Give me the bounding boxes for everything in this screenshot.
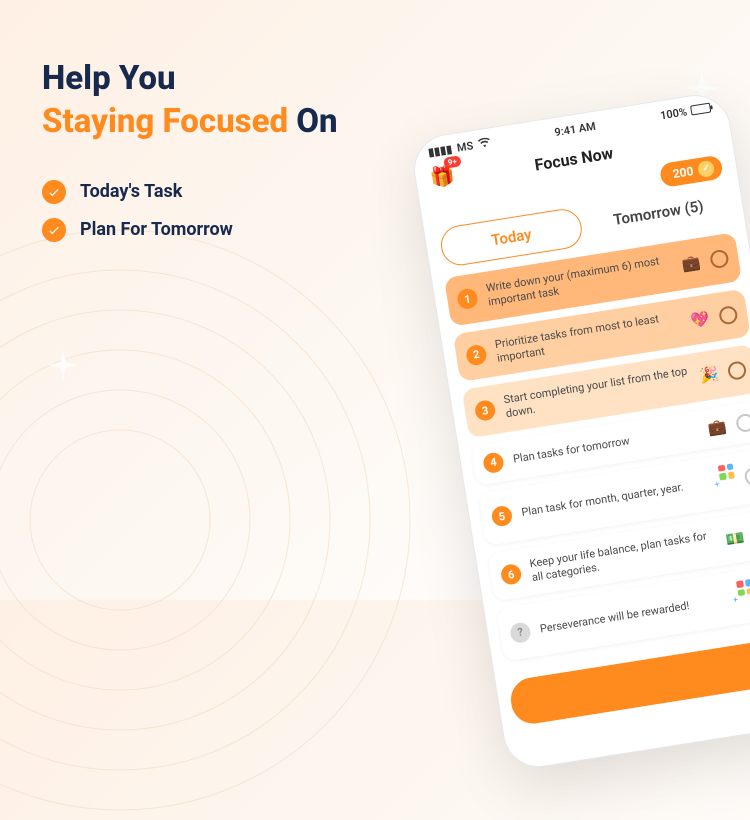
gift-button[interactable]: 🎁 9+ bbox=[428, 162, 456, 190]
task-text: Write down your (maximum 6) most importa… bbox=[485, 253, 674, 311]
task-number: 1 bbox=[456, 288, 479, 311]
check-icon bbox=[42, 218, 66, 242]
bullet-item: Today's Task bbox=[42, 180, 422, 204]
coin-icon: ✓ bbox=[697, 160, 715, 178]
bullet-item: Plan For Tomorrow bbox=[42, 218, 422, 242]
bullet-label: Today's Task bbox=[80, 181, 182, 202]
headline-accent: Staying Focused bbox=[42, 102, 288, 141]
task-text: Perseverance will be rewarded! bbox=[539, 592, 730, 636]
task-checkbox[interactable] bbox=[735, 412, 750, 433]
task-checkbox[interactable] bbox=[709, 249, 730, 270]
task-checkbox[interactable] bbox=[727, 361, 748, 382]
task-number: ? bbox=[509, 621, 532, 644]
task-number: 2 bbox=[465, 344, 488, 367]
check-icon bbox=[42, 180, 66, 204]
apps-icon: + bbox=[736, 579, 750, 614]
bg-arcs bbox=[0, 220, 420, 820]
sparkle-icon bbox=[48, 350, 78, 380]
points-pill[interactable]: 200 ✓ bbox=[659, 155, 724, 188]
headline-rest: On bbox=[296, 102, 337, 141]
apps-icon: + bbox=[718, 463, 738, 498]
task-number: 6 bbox=[500, 563, 523, 586]
task-number: 5 bbox=[491, 505, 514, 528]
bullet-label: Plan For Tomorrow bbox=[80, 219, 233, 240]
task-number: 4 bbox=[482, 451, 505, 474]
bullet-list: Today's Task Plan For Tomorrow bbox=[42, 180, 422, 242]
headline: Help You Staying Focused On bbox=[42, 58, 422, 144]
marketing-copy: Help You Staying Focused On Today's Task… bbox=[42, 58, 422, 256]
briefcase-icon: 💼 bbox=[707, 417, 728, 438]
carrier-label: MS bbox=[456, 139, 474, 154]
points-value: 200 bbox=[672, 164, 695, 181]
party-icon: 🎉 bbox=[698, 365, 719, 386]
heart-icon: 💖 bbox=[690, 309, 711, 330]
battery-percent: 100% bbox=[659, 105, 688, 122]
task-list: 1 Write down your (maximum 6) most import… bbox=[431, 221, 750, 674]
money-icon: 💵 bbox=[724, 529, 745, 550]
task-text: Start completing your list from the top … bbox=[503, 364, 692, 422]
task-text: Plan tasks for tomorrow bbox=[512, 423, 699, 466]
task-text: Plan task for month, quarter, year. bbox=[521, 476, 712, 520]
phone-mockup: ▮▮▮▮ MS 9:41 AM 100% 🎁 9+ Focus Now 200 … bbox=[409, 90, 750, 772]
briefcase-icon: 💼 bbox=[681, 253, 702, 274]
task-checkbox[interactable] bbox=[718, 305, 739, 326]
headline-line1: Help You bbox=[42, 59, 176, 98]
task-text: Prioritize tasks from most to least impo… bbox=[494, 308, 683, 366]
task-checkbox[interactable] bbox=[744, 466, 750, 487]
task-text: Keep your life balance, plan tasks for a… bbox=[529, 528, 718, 586]
task-number: 3 bbox=[474, 399, 497, 422]
battery-icon bbox=[690, 103, 711, 116]
